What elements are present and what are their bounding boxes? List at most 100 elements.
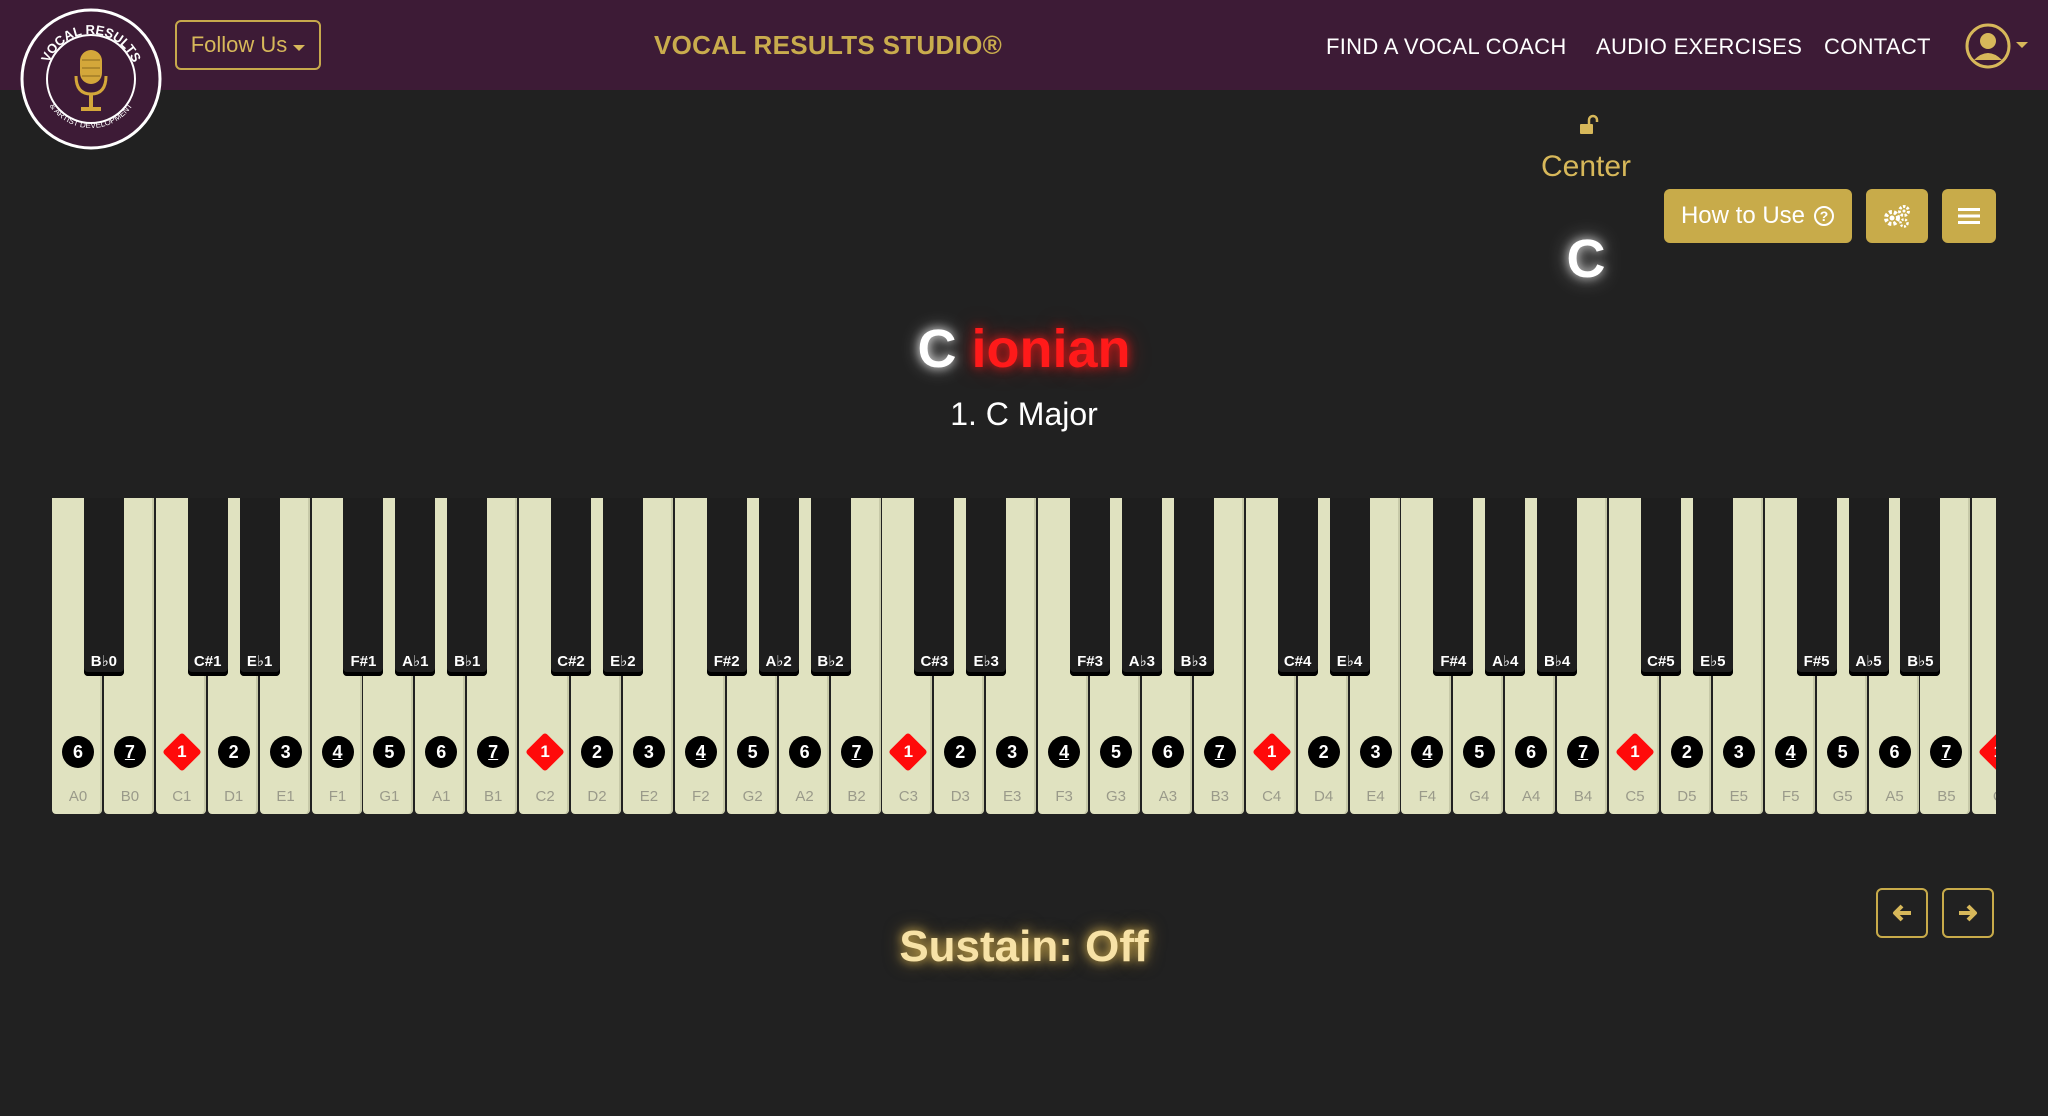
black-key-label: F#2 [713,653,740,670]
mode-title: C ionian [0,318,2048,380]
white-key-label: C3 [898,788,918,805]
black-key[interactable]: B♭5 [1900,498,1941,676]
brand-title[interactable]: VOCAL RESULTS STUDIO® [654,30,1002,61]
black-key[interactable]: F#1 [343,498,384,676]
root-degree-marker: 1 [892,736,924,768]
white-key-label: F4 [1418,788,1437,805]
black-key[interactable]: C#1 [187,498,228,676]
scale-degree-marker: 2 [944,736,977,768]
black-key[interactable]: F#5 [1796,498,1837,676]
white-key-label: D2 [587,788,607,805]
nav-link-find-coach[interactable]: FIND A VOCAL COACH [1326,34,1567,60]
nav-link-audio-exercises[interactable]: AUDIO EXERCISES [1596,34,1802,60]
scale-degree-marker: 7 [840,736,873,768]
black-key[interactable]: B♭0 [83,498,124,676]
white-key-label: A1 [432,788,451,805]
white-key-label: F1 [328,788,347,805]
white-key-label: B4 [1573,788,1593,805]
scale-degree-marker: 5 [373,736,406,768]
mode-name: ionian [971,319,1131,379]
black-key[interactable]: C#5 [1640,498,1681,676]
settings-button[interactable] [1866,189,1928,243]
mode-root-note: C [917,319,957,379]
scale-degree-marker: 2 [581,736,613,768]
white-key-label: G3 [1105,788,1126,805]
sustain-toggle[interactable]: Sustain: Off [0,922,2048,972]
black-key-label: F#3 [1077,653,1103,670]
black-key-label: B♭2 [817,653,844,670]
follow-us-dropdown[interactable]: Follow Us [175,20,321,70]
black-key[interactable]: E♭3 [966,498,1007,676]
black-key-label: A♭3 [1128,653,1156,670]
unlock-icon[interactable] [1578,114,1600,136]
black-key[interactable]: B♭3 [1173,498,1214,676]
arrow-left-icon [1893,904,1911,922]
black-key[interactable]: E♭4 [1329,498,1370,676]
black-key[interactable]: B♭2 [810,498,851,676]
scale-degree-marker: 7 [1203,736,1236,768]
mode-subtitle: 1. C Major [950,396,1098,432]
black-key[interactable]: A♭4 [1485,498,1526,676]
scale-degree-marker: 2 [217,736,250,768]
black-key-label: F#5 [1803,653,1830,670]
black-key[interactable]: C#3 [914,498,955,676]
black-key[interactable]: E♭1 [239,498,280,676]
white-key-label: C [1972,788,1996,805]
black-key[interactable]: A♭1 [395,498,436,676]
black-key-label: A♭2 [765,653,792,670]
white-key-label: E2 [639,788,659,805]
white-key-label: G5 [1832,788,1853,805]
white-key-label: A5 [1885,788,1904,805]
black-key-label: E♭3 [973,653,999,670]
white-key[interactable]: 1C [1972,498,1996,814]
black-key-label: B♭4 [1543,653,1571,670]
black-key[interactable]: A♭2 [758,498,799,676]
black-key[interactable]: C#4 [1277,498,1318,676]
scale-degree-marker: 6 [1878,736,1911,768]
scale-degree-marker: 5 [1463,736,1496,768]
white-key-label: B3 [1210,788,1229,805]
black-key[interactable]: B♭4 [1537,498,1578,676]
scale-degree-marker: 7 [477,736,510,768]
root-degree-marker: 1 [529,736,561,768]
black-key[interactable]: F#3 [1070,498,1110,676]
white-key-label: C4 [1262,788,1282,805]
scale-degree-marker: 5 [1100,736,1132,768]
white-key-label: A3 [1158,788,1178,805]
black-key[interactable]: E♭2 [602,498,643,676]
black-key-label: C#1 [193,653,222,670]
white-key-label: E1 [276,788,295,805]
scale-degree-marker: 4 [1411,736,1444,768]
user-avatar-icon[interactable] [1964,22,2012,70]
scale-degree-marker: 6 [1515,736,1548,768]
black-key[interactable]: A♭3 [1121,498,1162,676]
black-key[interactable]: C#2 [551,498,591,676]
center-note[interactable]: C [1500,228,1672,290]
scale-degree-marker: 2 [1307,736,1340,768]
white-key-label: E4 [1366,788,1385,805]
help-circle-icon: ? [1814,206,1835,226]
scale-degree-marker: 7 [113,736,146,768]
how-to-use-button[interactable]: How to Use ? [1664,189,1852,243]
white-key-label: D1 [224,788,244,805]
black-key[interactable]: E♭5 [1692,498,1733,676]
black-key[interactable]: F#2 [706,498,747,676]
white-key-label: G2 [742,788,763,805]
caret-down-icon [293,45,306,51]
black-key[interactable]: B♭1 [447,498,488,676]
scale-degree-marker: 3 [1359,736,1392,768]
black-key[interactable]: F#4 [1433,498,1474,676]
scale-degree-marker: 7 [1567,736,1600,768]
nav-link-contact[interactable]: CONTACT [1824,34,1931,60]
hamburger-menu-icon [1958,208,1980,224]
user-menu-caret-icon[interactable] [2016,42,2028,48]
scale-degree-marker: 6 [425,736,458,768]
center-label: Center [1540,150,1632,183]
vocal-results-logo[interactable]: VOCAL RESULTS & ARTIST DEVELOPMENT [20,8,162,150]
black-key-label: E♭1 [246,653,273,670]
white-key-label: B2 [847,788,866,805]
black-key[interactable]: A♭5 [1848,498,1889,676]
black-key-label: C#2 [557,653,585,670]
black-key-label: B♭0 [90,653,118,670]
menu-button[interactable] [1942,189,1996,243]
